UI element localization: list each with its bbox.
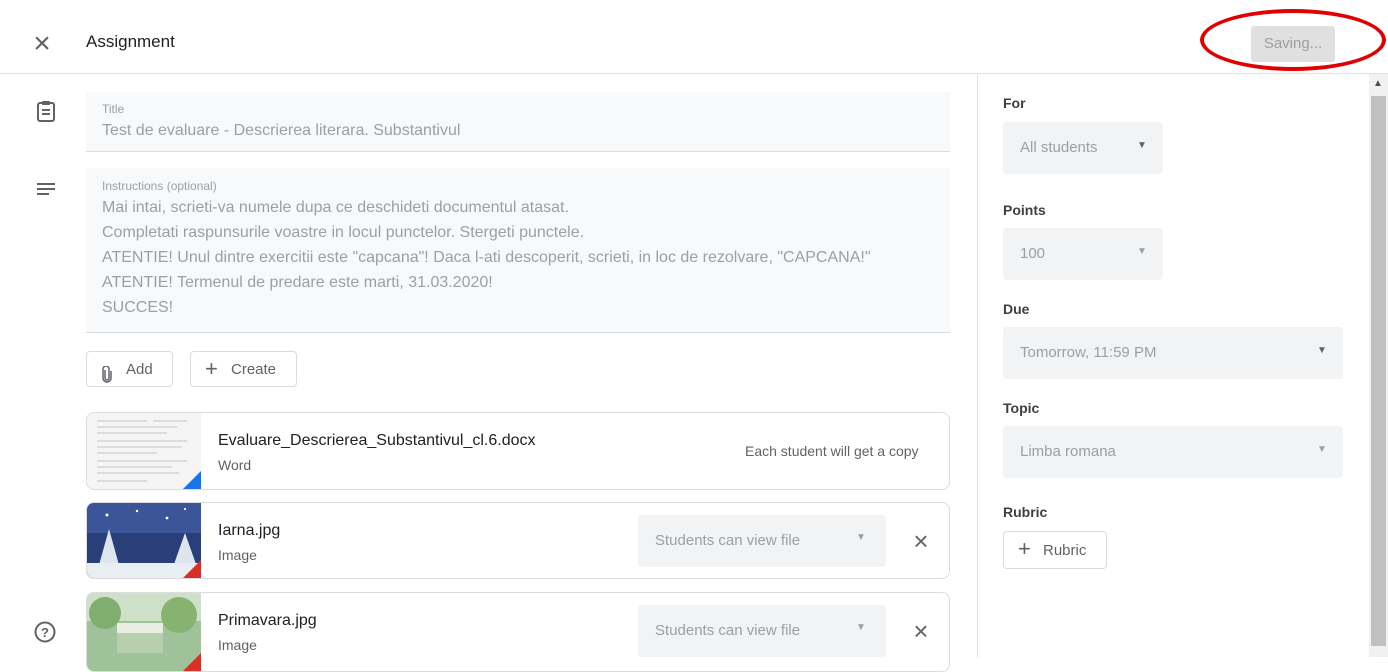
- dropdown-arrow-icon: ▼: [1137, 140, 1147, 151]
- clipboard-icon: [36, 100, 56, 127]
- topic-select[interactable]: Limba romana ▼: [1003, 426, 1343, 478]
- points-value: 100: [1020, 245, 1046, 262]
- remove-attachment-icon[interactable]: ×: [909, 528, 933, 554]
- scrollbar[interactable]: ▲: [1369, 74, 1388, 657]
- instructions-field[interactable]: Instructions (optional) Mai intai, scrie…: [86, 168, 950, 333]
- instructions-line: ATENTIE! Unul dintre exercitii este "cap…: [102, 249, 871, 266]
- title-label: Title: [102, 102, 125, 116]
- share-permission-value: Students can view file: [655, 532, 801, 549]
- for-select[interactable]: All students ▼: [1003, 122, 1163, 174]
- dropdown-arrow-icon: ▼: [856, 532, 866, 543]
- attachment-name[interactable]: Primavara.jpg: [218, 612, 317, 630]
- dropdown-arrow-icon: ▼: [1137, 246, 1147, 257]
- paperclip-icon: [101, 361, 113, 397]
- due-label: Due: [1003, 301, 1030, 317]
- attachment-name[interactable]: Iarna.jpg: [218, 522, 280, 540]
- share-permission-select[interactable]: Students can view file ▼: [638, 605, 886, 657]
- image-thumbnail: [87, 503, 201, 578]
- add-button[interactable]: Add: [86, 351, 173, 387]
- attachment-type: Image: [218, 637, 257, 653]
- attachment-card[interactable]: Primavara.jpg Image Students can view fi…: [86, 592, 950, 672]
- attachment-name[interactable]: Evaluare_Descrierea_Substantivul_cl.6.do…: [218, 432, 536, 450]
- copy-mode-label: Each student will get a copy: [745, 443, 919, 459]
- text-lines-icon: [36, 182, 56, 201]
- share-permission-select[interactable]: Students can view file ▼: [638, 515, 886, 567]
- scrollbar-thumb[interactable]: [1371, 96, 1386, 646]
- instructions-line: SUCCES!: [102, 299, 174, 316]
- dropdown-arrow-icon: ▼: [1317, 345, 1327, 356]
- title-input[interactable]: Test de evaluare - Descrierea literara. …: [102, 119, 460, 143]
- remove-attachment-icon[interactable]: ×: [909, 618, 933, 644]
- topic-value: Limba romana: [1020, 443, 1116, 460]
- title-field[interactable]: Title Test de evaluare - Descrierea lite…: [86, 92, 950, 152]
- add-rubric-button[interactable]: + Rubric: [1003, 531, 1107, 569]
- attachment-type: Image: [218, 547, 257, 563]
- rubric-button-label: Rubric: [1043, 542, 1087, 559]
- instructions-line: ATENTIE! Termenul de predare este marti,…: [102, 274, 493, 291]
- document-thumbnail: [87, 413, 201, 489]
- create-button[interactable]: + Create: [190, 351, 297, 387]
- due-select[interactable]: Tomorrow, 11:59 PM ▼: [1003, 327, 1343, 379]
- attachment-type: Word: [218, 457, 252, 473]
- points-select[interactable]: 100 ▼: [1003, 228, 1163, 280]
- settings-panel: For All students ▼ Points 100 ▼ Due Tomo…: [977, 74, 1370, 657]
- svg-text:?: ?: [41, 625, 49, 640]
- close-icon[interactable]: ×: [28, 29, 56, 59]
- instructions-line: Completati raspunsurile voastre in locul…: [102, 224, 585, 241]
- plus-icon: +: [205, 356, 218, 381]
- for-label: For: [1003, 95, 1026, 111]
- dropdown-arrow-icon: ▼: [1317, 444, 1327, 455]
- help-icon[interactable]: ?: [34, 621, 56, 648]
- dropdown-arrow-icon: ▼: [856, 622, 866, 633]
- instructions-line: Mai intai, scrieti-va numele dupa ce des…: [102, 199, 569, 216]
- image-thumbnail: [87, 593, 201, 671]
- page-title: Assignment: [86, 32, 175, 51]
- add-label: Add: [126, 361, 153, 378]
- highlight-circle: [1200, 9, 1386, 71]
- create-label: Create: [231, 361, 277, 378]
- topic-label: Topic: [1003, 400, 1040, 416]
- attachment-card[interactable]: Iarna.jpg Image Students can view file ▼…: [86, 502, 950, 579]
- app-bar: × Assignment Saving...: [0, 10, 1388, 74]
- points-label: Points: [1003, 202, 1046, 218]
- scroll-up-icon[interactable]: ▲: [1373, 78, 1383, 89]
- rubric-label: Rubric: [1003, 504, 1048, 520]
- instructions-label: Instructions (optional): [102, 179, 217, 193]
- share-permission-value: Students can view file: [655, 622, 801, 639]
- plus-icon: +: [1018, 536, 1031, 561]
- due-value: Tomorrow, 11:59 PM: [1020, 344, 1157, 361]
- for-value: All students: [1020, 139, 1098, 156]
- attachment-card[interactable]: Evaluare_Descrierea_Substantivul_cl.6.do…: [86, 412, 950, 490]
